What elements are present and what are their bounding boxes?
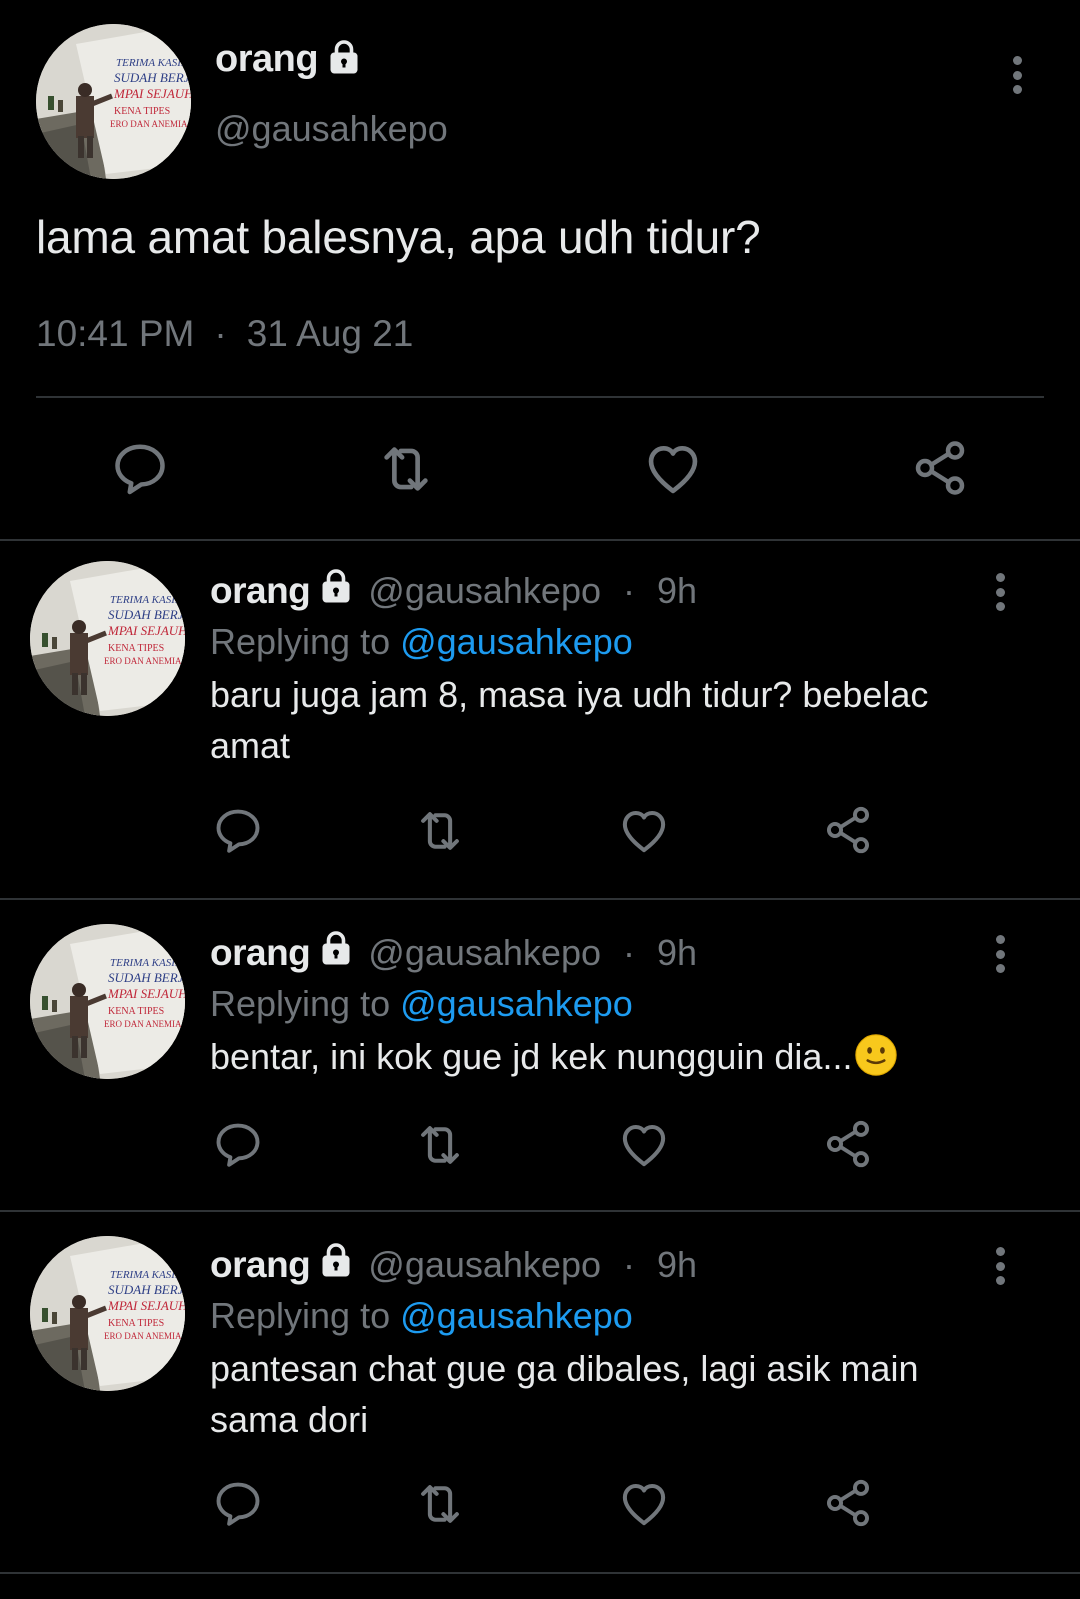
share-icon bbox=[910, 438, 970, 498]
reply-button[interactable] bbox=[110, 438, 170, 498]
mention-link[interactable]: @gausahkepo bbox=[400, 1295, 633, 1336]
share-icon bbox=[822, 1118, 874, 1170]
avatar[interactable] bbox=[30, 1236, 185, 1391]
retweet-icon bbox=[413, 804, 467, 858]
handle[interactable]: @gausahkepo bbox=[368, 932, 601, 974]
relative-time[interactable]: 9h bbox=[657, 570, 697, 612]
lock-icon bbox=[318, 930, 354, 975]
handle[interactable]: @gausahkepo bbox=[368, 570, 601, 612]
reply-header: orang @gausahkepo · 9h bbox=[210, 1242, 697, 1287]
heart-icon bbox=[617, 804, 671, 858]
retweet-icon bbox=[413, 1118, 467, 1172]
more-icon[interactable] bbox=[990, 573, 1010, 611]
like-button[interactable] bbox=[617, 1118, 671, 1172]
tweet-date: 31 Aug 21 bbox=[246, 313, 414, 354]
lock-icon bbox=[318, 568, 354, 613]
share-icon bbox=[822, 804, 874, 856]
reply-icon bbox=[212, 804, 264, 856]
divider bbox=[36, 396, 1044, 398]
share-button[interactable] bbox=[822, 804, 874, 856]
display-name[interactable]: orang bbox=[210, 932, 311, 974]
avatar[interactable] bbox=[30, 924, 185, 1079]
reply-icon bbox=[212, 1477, 264, 1529]
meta-separator: · bbox=[214, 313, 227, 354]
share-icon bbox=[822, 1477, 874, 1529]
reply-button[interactable] bbox=[212, 1477, 264, 1529]
replying-to: Replying to @gausahkepo bbox=[210, 983, 633, 1025]
relative-time[interactable]: 9h bbox=[657, 1244, 697, 1286]
avatar[interactable] bbox=[30, 561, 185, 716]
avatar-image bbox=[30, 561, 185, 716]
reply-text: bentar, ini kok gue jd kek nungguin dia.… bbox=[210, 1036, 853, 1077]
reply-icon bbox=[110, 438, 170, 498]
replying-to: Replying to @gausahkepo bbox=[210, 1295, 633, 1337]
retweet-icon bbox=[375, 438, 437, 500]
reply-button[interactable] bbox=[212, 1118, 264, 1170]
retweet-button[interactable] bbox=[375, 438, 437, 500]
like-button[interactable] bbox=[642, 438, 704, 500]
avatar-image bbox=[30, 924, 185, 1079]
heart-icon bbox=[617, 1118, 671, 1172]
reply-button[interactable] bbox=[212, 804, 264, 856]
reply-text-line: bentar, ini kok gue jd kek nungguin dia.… bbox=[210, 1031, 1010, 1082]
reply-text: baru juga jam 8, masa iya udh tidur? beb… bbox=[210, 674, 929, 766]
header-separator: · bbox=[623, 1243, 635, 1285]
lock-icon bbox=[326, 39, 362, 80]
more-icon[interactable] bbox=[1007, 56, 1027, 94]
heart-icon bbox=[617, 1477, 671, 1531]
like-button[interactable] bbox=[617, 804, 671, 858]
handle[interactable]: @gausahkepo bbox=[215, 108, 448, 150]
retweet-icon bbox=[413, 1477, 467, 1531]
reply-header: orang @gausahkepo · 9h bbox=[210, 930, 697, 975]
avatar-image bbox=[30, 1236, 185, 1391]
reply-text: pantesan chat gue ga dibales, lagi asik … bbox=[210, 1348, 919, 1440]
display-name[interactable]: orang bbox=[210, 1244, 311, 1286]
reply-tweet[interactable]: orang @gausahkepo · 9h Replying to @gaus… bbox=[0, 541, 1080, 900]
author-row: orang bbox=[215, 38, 362, 81]
retweet-button[interactable] bbox=[413, 1477, 467, 1531]
retweet-button[interactable] bbox=[413, 1118, 467, 1172]
display-name[interactable]: orang bbox=[210, 570, 311, 612]
tweet-time: 10:41 PM bbox=[36, 313, 195, 354]
relative-time[interactable]: 9h bbox=[657, 932, 697, 974]
main-tweet: orang @gausahkepo lama amat balesnya, ap… bbox=[0, 0, 1080, 541]
display-name[interactable]: orang bbox=[215, 38, 319, 81]
reply-tweet[interactable]: orang @gausahkepo · 9h Replying to @gaus… bbox=[0, 900, 1080, 1212]
share-button[interactable] bbox=[822, 1477, 874, 1529]
more-icon[interactable] bbox=[990, 935, 1010, 973]
reply-header: orang @gausahkepo · 9h bbox=[210, 568, 697, 613]
avatar-image bbox=[36, 24, 191, 179]
lock-icon bbox=[318, 1242, 354, 1287]
tweet-text: lama amat balesnya, apa udh tidur? bbox=[36, 211, 761, 263]
tweet-timestamp[interactable]: 10:41 PM · 31 Aug 21 bbox=[36, 313, 413, 355]
more-icon[interactable] bbox=[990, 1247, 1010, 1285]
mention-link[interactable]: @gausahkepo bbox=[400, 621, 633, 662]
replying-prefix: Replying to bbox=[210, 1295, 401, 1336]
like-button[interactable] bbox=[617, 1477, 671, 1531]
reply-tweet[interactable]: orang @gausahkepo · 9h Replying to @gaus… bbox=[0, 1212, 1080, 1574]
handle[interactable]: @gausahkepo bbox=[368, 1244, 601, 1286]
replying-prefix: Replying to bbox=[210, 621, 401, 662]
retweet-button[interactable] bbox=[413, 804, 467, 858]
reply-icon bbox=[212, 1118, 264, 1170]
avatar[interactable] bbox=[36, 24, 191, 179]
slightly-smiling-face-emoji bbox=[854, 1033, 898, 1077]
share-button[interactable] bbox=[910, 438, 970, 498]
header-separator: · bbox=[623, 931, 635, 973]
heart-icon bbox=[642, 438, 704, 500]
share-button[interactable] bbox=[822, 1118, 874, 1170]
mention-link[interactable]: @gausahkepo bbox=[400, 983, 633, 1024]
replying-to: Replying to @gausahkepo bbox=[210, 621, 633, 663]
replying-prefix: Replying to bbox=[210, 983, 401, 1024]
header-separator: · bbox=[623, 569, 635, 611]
